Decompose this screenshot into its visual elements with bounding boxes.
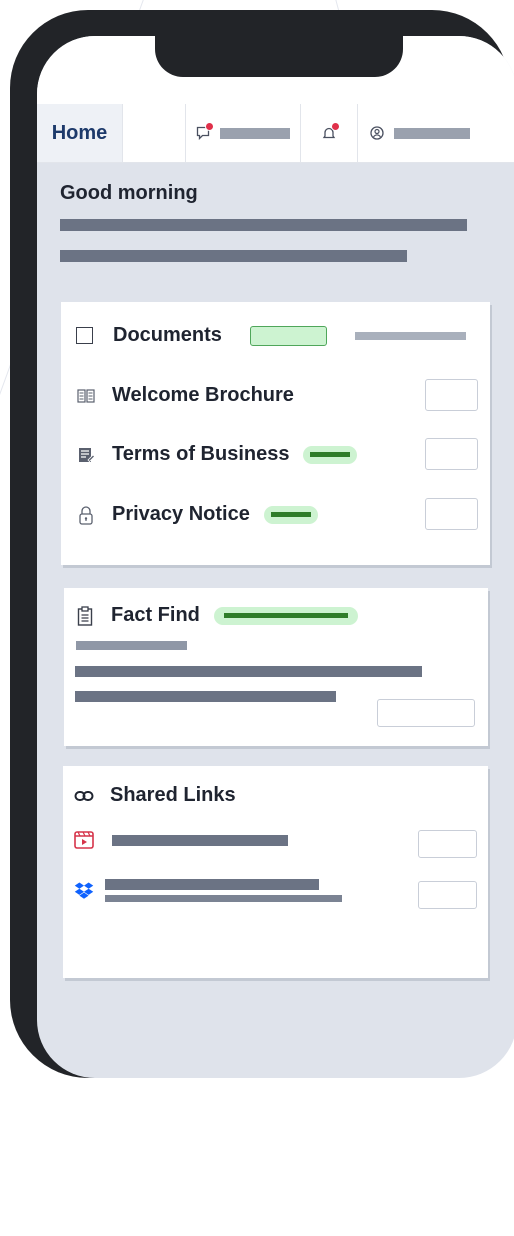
- user-icon: [370, 126, 384, 140]
- fact-find-line: [75, 691, 336, 702]
- checkbox[interactable]: [76, 327, 93, 344]
- tab-home-label: Home: [51, 121, 108, 144]
- lock-icon: [76, 505, 96, 525]
- document-action-button[interactable]: [425, 379, 478, 411]
- chat-icon: [196, 122, 214, 141]
- tab-profile[interactable]: [358, 104, 514, 162]
- fact-find-header: Fact Find: [75, 604, 358, 627]
- phone-screen: Home Good morning Documents Welcome Broc…: [37, 36, 514, 1078]
- notification-dot: [331, 122, 340, 131]
- shared-link-title: [105, 879, 319, 890]
- document-item[interactable]: Welcome Brochure: [76, 384, 294, 407]
- shared-link-subtitle: [105, 895, 342, 902]
- document-title: Terms of Business: [112, 443, 290, 465]
- document-action-button[interactable]: [425, 438, 478, 470]
- document-item[interactable]: Terms of Business: [76, 443, 358, 466]
- shared-link-item[interactable]: [74, 830, 288, 850]
- status-badge: [263, 505, 318, 524]
- documents-card: Documents Welcome Brochure Terms of Busi…: [61, 302, 490, 565]
- documents-meta: [354, 331, 466, 340]
- link-icon: [74, 786, 94, 806]
- greeting-line: [60, 219, 467, 231]
- status-badge: [249, 325, 327, 346]
- tab-messages-label: [220, 127, 290, 139]
- document-title: Privacy Notice: [112, 503, 250, 525]
- tab-blank[interactable]: [123, 104, 186, 162]
- shared-link-button[interactable]: [418, 830, 477, 858]
- bell-icon: [322, 122, 340, 140]
- fact-find-button[interactable]: [377, 699, 475, 727]
- tab-messages[interactable]: [186, 104, 301, 162]
- phone-notch: [155, 36, 403, 77]
- greeting-title: Good morning: [60, 182, 198, 204]
- shared-link-text: [105, 879, 342, 902]
- document-action-button[interactable]: [425, 498, 478, 530]
- fact-find-line: [75, 666, 422, 677]
- top-nav: Home: [37, 104, 514, 163]
- shared-links-title: Shared Links: [110, 784, 236, 806]
- documents-title: Documents: [113, 324, 222, 346]
- shared-link-button[interactable]: [418, 881, 477, 909]
- tab-profile-label: [394, 127, 470, 139]
- document-title: Welcome Brochure: [112, 384, 294, 406]
- clipboard-icon: [75, 605, 95, 626]
- shared-links-card: Shared Links: [63, 766, 488, 978]
- shared-link-title: [112, 834, 288, 846]
- greeting-line: [60, 250, 407, 262]
- fact-find-card: Fact Find: [64, 588, 488, 746]
- shared-links-header: Shared Links: [74, 784, 236, 807]
- documents-header: Documents: [76, 324, 466, 347]
- shared-link-item[interactable]: [74, 879, 342, 902]
- fact-find-title: Fact Find: [111, 604, 200, 626]
- status-badge: [303, 445, 358, 464]
- document-item[interactable]: Privacy Notice: [76, 503, 318, 526]
- video-icon: [74, 830, 94, 850]
- contract-icon: [76, 445, 96, 465]
- notification-dot: [205, 122, 214, 131]
- tab-home[interactable]: Home: [37, 104, 123, 162]
- book-icon: [76, 386, 96, 406]
- phone-frame: Home Good morning Documents Welcome Broc…: [10, 10, 514, 1078]
- dropbox-icon: [74, 881, 94, 901]
- fact-find-subtitle: [76, 641, 187, 650]
- progress-badge: [213, 606, 358, 625]
- tab-notifications[interactable]: [301, 104, 358, 162]
